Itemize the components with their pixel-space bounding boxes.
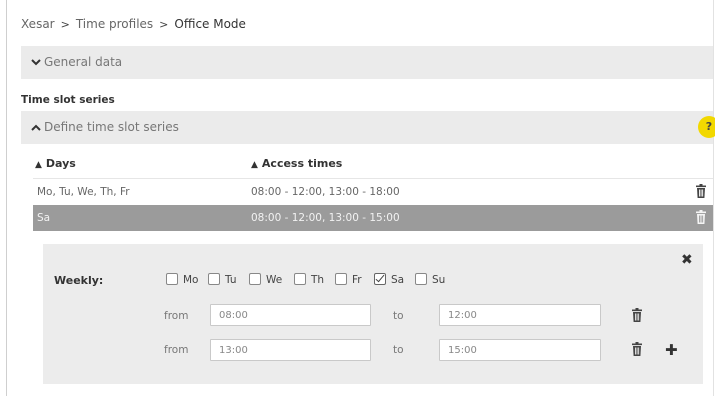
column-header-access-times[interactable]: ▲︎ Access times (251, 157, 342, 170)
define-time-slot-panel-header[interactable]: Define time slot series (21, 111, 713, 144)
general-data-panel-header[interactable]: General data (21, 46, 713, 79)
day-label: Fr (352, 274, 362, 286)
day-checkbox-mo[interactable]: Mo (166, 273, 198, 286)
help-icon[interactable]: ? (698, 116, 715, 138)
checkbox[interactable] (166, 273, 178, 285)
chevron-down-icon (31, 59, 42, 69)
from-time-input[interactable] (210, 304, 371, 326)
weekly-label: Weekly: (54, 274, 104, 287)
right-border (713, 0, 714, 396)
checkbox[interactable] (415, 273, 427, 285)
sort-icon: ▲︎ (35, 160, 42, 170)
day-checkbox-tu[interactable]: Tu (208, 273, 236, 286)
day-checkbox-su[interactable]: Su (415, 273, 445, 286)
trash-icon[interactable] (632, 308, 642, 322)
row-days: Sa (37, 212, 51, 224)
checkbox-checked[interactable] (374, 273, 386, 285)
day-label: Sa (391, 274, 405, 286)
breadcrumb-root-link[interactable]: Xesar (21, 17, 55, 31)
section-title: Time slot series (21, 94, 115, 106)
left-border (6, 0, 7, 396)
general-data-label: General data (44, 55, 123, 69)
breadcrumb-separator-icon: > (60, 18, 70, 31)
breadcrumb-separator-icon: > (159, 18, 169, 31)
table-row[interactable]: Mo, Tu, We, Th, Fr 08:00 - 12:00, 13:00 … (33, 178, 713, 206)
from-time-input[interactable] (210, 339, 371, 361)
checkbox[interactable] (208, 273, 220, 285)
day-checkbox-th[interactable]: Th (294, 273, 324, 286)
trash-icon[interactable] (696, 184, 706, 198)
checkbox[interactable] (335, 273, 347, 285)
checkbox[interactable] (249, 273, 261, 285)
breadcrumb-time-profiles-link[interactable]: Time profiles (76, 17, 153, 31)
breadcrumb-current: Office Mode (174, 17, 246, 31)
chevron-up-icon (31, 124, 42, 134)
day-checkbox-sa[interactable]: Sa (374, 273, 404, 286)
table-row-selected[interactable]: Sa 08:00 - 12:00, 13:00 - 15:00 (33, 205, 713, 231)
from-label: from (164, 310, 189, 322)
time-slot-editor: Weekly: ✖︎ Mo Tu We Th Fr Sa Su from to … (43, 244, 703, 384)
trash-icon[interactable] (696, 210, 706, 224)
column-header-days[interactable]: ▲︎ Days (35, 157, 76, 170)
to-label: to (393, 344, 404, 356)
checkbox[interactable] (294, 273, 306, 285)
to-time-input[interactable] (439, 339, 601, 361)
day-label: Th (311, 274, 325, 286)
table-header: ▲︎ Days ▲︎ Access times (33, 155, 713, 175)
row-access-times: 08:00 - 12:00, 13:00 - 18:00 (251, 186, 400, 198)
breadcrumb: Xesar > Time profiles > Office Mode (21, 17, 246, 31)
from-label: from (164, 344, 189, 356)
sort-icon: ▲︎ (251, 160, 258, 170)
day-checkbox-we[interactable]: We (249, 273, 282, 286)
row-days: Mo, Tu, We, Th, Fr (37, 186, 130, 198)
to-time-input[interactable] (439, 304, 601, 326)
day-checkbox-fr[interactable]: Fr (335, 273, 362, 286)
row-access-times: 08:00 - 12:00, 13:00 - 15:00 (251, 212, 400, 224)
column-label-days: Days (45, 157, 76, 170)
column-label-access-times: Access times (261, 157, 343, 170)
trash-icon[interactable] (632, 342, 642, 356)
close-icon[interactable]: ✖︎ (681, 252, 693, 268)
plus-icon[interactable]: ✚︎ (665, 341, 678, 359)
day-label: Mo (183, 274, 199, 286)
day-label: We (266, 274, 283, 286)
to-label: to (393, 310, 404, 322)
day-label: Su (432, 274, 446, 286)
define-time-slot-label: Define time slot series (44, 120, 179, 134)
day-label: Tu (225, 274, 237, 286)
